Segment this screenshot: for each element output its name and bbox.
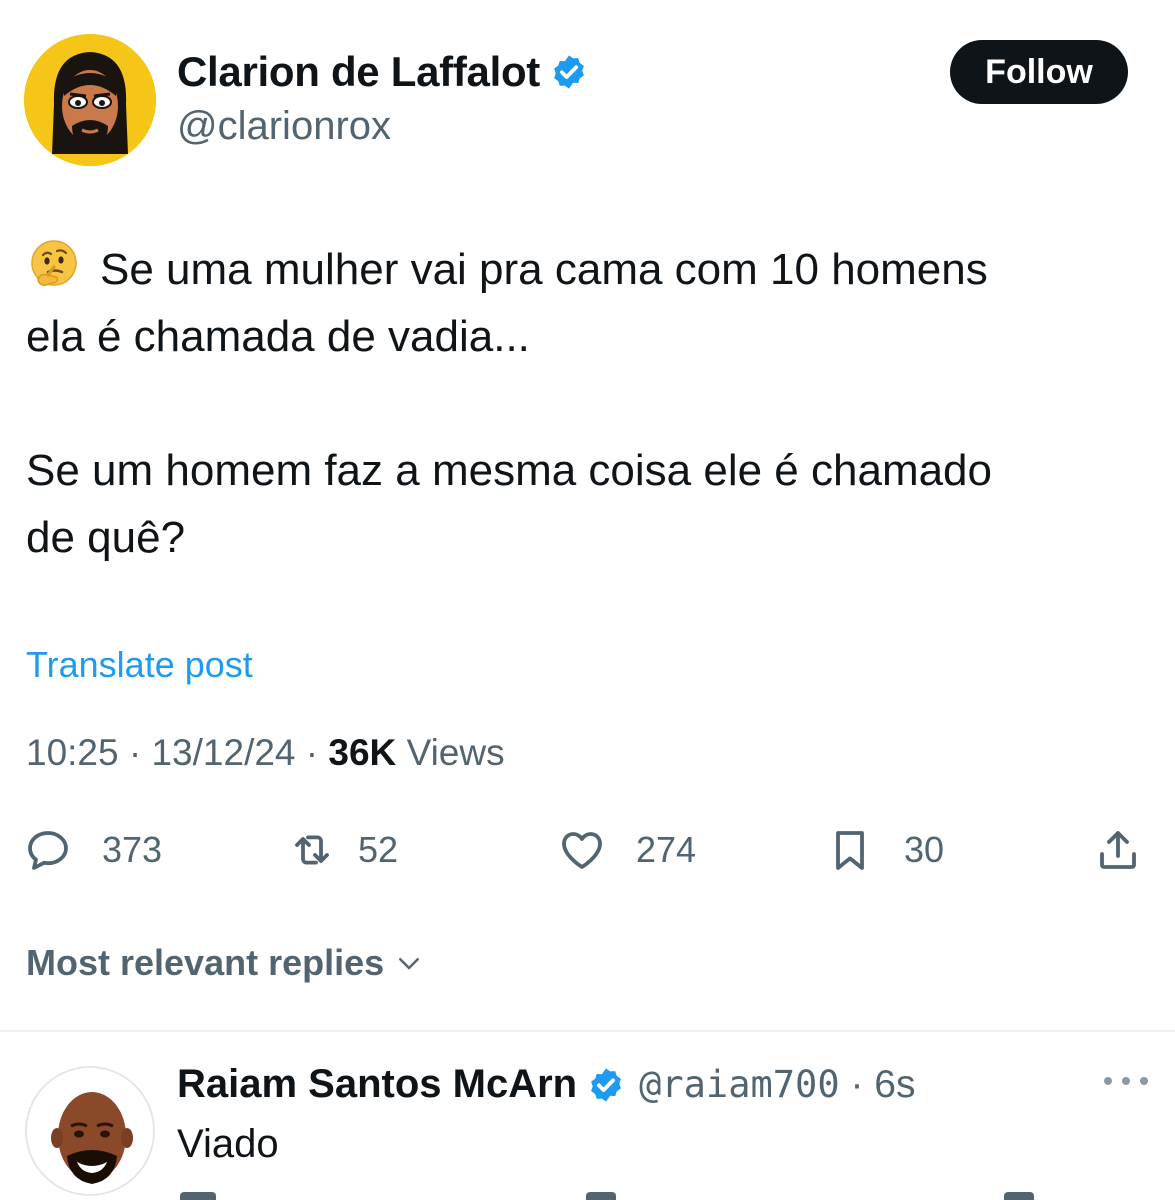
share-upload-icon — [1100, 831, 1136, 869]
reply-bubble-icon — [28, 831, 68, 870]
reply-action[interactable]: 373 — [24, 820, 162, 880]
repost-action[interactable]: 52 — [288, 820, 398, 880]
chevron-down-icon — [399, 958, 420, 970]
tweet-line-1: Se uma mulher vai pra cama com 10 homens — [26, 236, 1146, 303]
reply-actions-cutoff — [0, 1192, 1175, 1200]
share-action[interactable] — [1094, 820, 1142, 880]
meta-separator: · — [305, 732, 319, 773]
reply-item[interactable]: Raiam Santos McArn @raiam700 · 6s Viado — [0, 1032, 1175, 1200]
views-count: 36K — [328, 732, 397, 773]
meta-separator: · — [850, 1062, 864, 1106]
views-label: Views — [406, 732, 505, 773]
author-name-text: Clarion de Laffalot — [177, 48, 540, 95]
reply-handle-group: @raiam700 · 6s — [639, 1063, 915, 1107]
bookmark-action[interactable]: 30 — [826, 820, 944, 880]
reply-time[interactable]: 6s — [874, 1063, 915, 1106]
dot — [1140, 1077, 1148, 1085]
more-options-icon[interactable] — [1104, 1066, 1148, 1096]
reply-author-name[interactable]: Raiam Santos McArn — [177, 1062, 577, 1107]
reply-count: 373 — [102, 829, 163, 870]
tweet-header: Clarion de Laffalot @clarionrox Follow — [0, 0, 1175, 180]
reply-author-handle[interactable]: @raiam700 — [639, 1063, 839, 1106]
cartoon-bald-man-avatar — [27, 1068, 153, 1194]
bookmark-count: 30 — [904, 829, 945, 870]
replies-sort-dropdown[interactable]: Most relevant replies — [26, 942, 424, 984]
reply-author-line: Raiam Santos McArn @raiam700 · 6s — [177, 1062, 915, 1107]
verified-badge-icon — [591, 1067, 621, 1102]
translate-post-link[interactable]: Translate post — [26, 644, 253, 686]
author-handle[interactable]: @clarionrox — [177, 104, 391, 149]
like-count: 274 — [636, 829, 697, 870]
tweet-line-1-text: Se uma mulher vai pra cama com 10 homens — [100, 245, 988, 294]
bookmark-icon — [836, 831, 864, 870]
repost-count: 52 — [358, 829, 399, 870]
author-display-name[interactable]: Clarion de Laffalot — [177, 48, 588, 96]
repost-arrows-icon — [295, 835, 329, 865]
like-action[interactable]: 274 — [558, 820, 696, 880]
verified-badge-icon — [554, 55, 584, 89]
reply-action-edge — [586, 1192, 616, 1200]
reply-author-avatar[interactable] — [25, 1066, 155, 1196]
cartoon-bearded-man-avatar — [24, 34, 156, 166]
follow-button[interactable]: Follow — [950, 40, 1128, 104]
heart-icon — [562, 832, 602, 869]
tweet-line-2: ela é chamada de vadia... — [26, 312, 530, 361]
dot — [1104, 1077, 1112, 1085]
reply-text: Viado — [177, 1122, 279, 1166]
author-avatar[interactable] — [24, 34, 156, 166]
reply-action-edge — [180, 1192, 216, 1200]
tweet-time[interactable]: 10:25 — [26, 732, 119, 773]
tweet-line-4: de quê? — [26, 513, 186, 562]
tweet-date[interactable]: 13/12/24 — [151, 732, 295, 773]
reply-action-edge — [1004, 1192, 1034, 1200]
replies-sort-label: Most relevant replies — [26, 942, 385, 983]
tweet-line-3: Se um homem faz a mesma coisa ele é cham… — [26, 446, 993, 495]
meta-separator: · — [128, 732, 142, 773]
thinking-face-emoji-icon — [31, 240, 77, 286]
tweet-body: Se uma mulher vai pra cama com 10 homens… — [26, 236, 1146, 571]
tweet-meta: 10:25 · 13/12/24 · 36K Views — [26, 732, 505, 774]
tweet-action-bar: 373 52 274 30 — [0, 820, 1175, 880]
dot — [1122, 1077, 1130, 1085]
